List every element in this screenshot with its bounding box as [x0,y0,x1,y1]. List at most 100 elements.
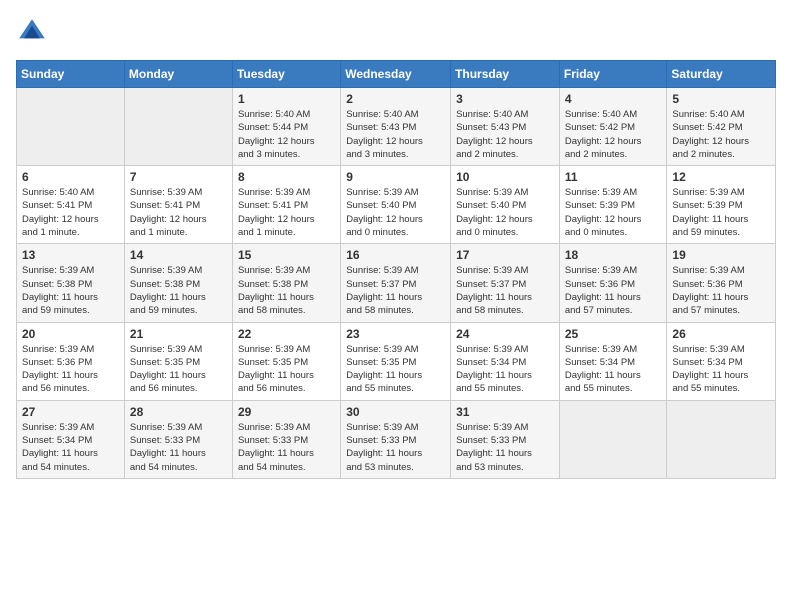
day-info: Sunrise: 5:39 AM Sunset: 5:34 PM Dayligh… [22,421,119,474]
day-info: Sunrise: 5:39 AM Sunset: 5:33 PM Dayligh… [130,421,227,474]
column-header-thursday: Thursday [451,61,560,88]
day-info: Sunrise: 5:39 AM Sunset: 5:33 PM Dayligh… [346,421,445,474]
day-number: 12 [672,170,770,184]
day-number: 13 [22,248,119,262]
calendar-cell: 10 Sunrise: 5:39 AM Sunset: 5:40 PM Dayli… [451,166,560,244]
day-info: Sunrise: 5:39 AM Sunset: 5:39 PM Dayligh… [565,186,662,239]
calendar-cell: 22 Sunrise: 5:39 AM Sunset: 5:35 PM Dayli… [232,322,340,400]
calendar-cell: 18 Sunrise: 5:39 AM Sunset: 5:36 PM Dayli… [559,244,667,322]
calendar-cell: 19 Sunrise: 5:39 AM Sunset: 5:36 PM Dayli… [667,244,776,322]
calendar-cell: 12 Sunrise: 5:39 AM Sunset: 5:39 PM Dayli… [667,166,776,244]
calendar-week-4: 20 Sunrise: 5:39 AM Sunset: 5:36 PM Dayli… [17,322,776,400]
calendar-cell: 7 Sunrise: 5:39 AM Sunset: 5:41 PM Daylig… [124,166,232,244]
calendar-table: SundayMondayTuesdayWednesdayThursdayFrid… [16,60,776,479]
day-number: 19 [672,248,770,262]
day-number: 17 [456,248,554,262]
column-header-tuesday: Tuesday [232,61,340,88]
day-number: 14 [130,248,227,262]
day-info: Sunrise: 5:39 AM Sunset: 5:35 PM Dayligh… [238,343,335,396]
column-header-sunday: Sunday [17,61,125,88]
day-number: 8 [238,170,335,184]
day-number: 6 [22,170,119,184]
calendar-cell: 13 Sunrise: 5:39 AM Sunset: 5:38 PM Dayli… [17,244,125,322]
calendar-cell: 11 Sunrise: 5:39 AM Sunset: 5:39 PM Dayli… [559,166,667,244]
day-number: 15 [238,248,335,262]
calendar-cell: 9Sunrise: 5:39 AM Sunset: 5:40 PM Daylig… [341,166,451,244]
calendar-cell: 21 Sunrise: 5:39 AM Sunset: 5:35 PM Dayli… [124,322,232,400]
day-info: Sunrise: 5:39 AM Sunset: 5:39 PM Dayligh… [672,186,770,239]
day-number: 23 [346,327,445,341]
day-number: 18 [565,248,662,262]
column-header-friday: Friday [559,61,667,88]
day-number: 1 [238,92,335,106]
calendar-cell [124,88,232,166]
day-number: 21 [130,327,227,341]
day-number: 31 [456,405,554,419]
calendar-cell: 15 Sunrise: 5:39 AM Sunset: 5:38 PM Dayli… [232,244,340,322]
day-number: 28 [130,405,227,419]
day-number: 5 [672,92,770,106]
column-header-saturday: Saturday [667,61,776,88]
calendar-week-3: 13 Sunrise: 5:39 AM Sunset: 5:38 PM Dayli… [17,244,776,322]
calendar-cell: 29Sunrise: 5:39 AM Sunset: 5:33 PM Dayli… [232,400,340,478]
calendar-cell: 2 Sunrise: 5:40 AM Sunset: 5:43 PM Daylig… [341,88,451,166]
calendar-week-5: 27Sunrise: 5:39 AM Sunset: 5:34 PM Dayli… [17,400,776,478]
day-info: Sunrise: 5:39 AM Sunset: 5:38 PM Dayligh… [22,264,119,317]
day-info: Sunrise: 5:40 AM Sunset: 5:41 PM Dayligh… [22,186,119,239]
day-number: 20 [22,327,119,341]
calendar-cell: 26 Sunrise: 5:39 AM Sunset: 5:34 PM Dayli… [667,322,776,400]
calendar-cell [17,88,125,166]
calendar-cell [559,400,667,478]
calendar-week-1: 1 Sunrise: 5:40 AM Sunset: 5:44 PM Daylig… [17,88,776,166]
day-info: Sunrise: 5:40 AM Sunset: 5:43 PM Dayligh… [456,108,554,161]
day-info: Sunrise: 5:39 AM Sunset: 5:41 PM Dayligh… [238,186,335,239]
day-number: 30 [346,405,445,419]
day-number: 10 [456,170,554,184]
calendar-cell: 14 Sunrise: 5:39 AM Sunset: 5:38 PM Dayli… [124,244,232,322]
column-header-monday: Monday [124,61,232,88]
day-info: Sunrise: 5:40 AM Sunset: 5:43 PM Dayligh… [346,108,445,161]
day-info: Sunrise: 5:40 AM Sunset: 5:42 PM Dayligh… [672,108,770,161]
page-header [16,16,776,48]
calendar-cell: 8 Sunrise: 5:39 AM Sunset: 5:41 PM Daylig… [232,166,340,244]
day-info: Sunrise: 5:39 AM Sunset: 5:35 PM Dayligh… [130,343,227,396]
day-number: 24 [456,327,554,341]
calendar-cell: 3 Sunrise: 5:40 AM Sunset: 5:43 PM Daylig… [451,88,560,166]
calendar-cell: 6 Sunrise: 5:40 AM Sunset: 5:41 PM Daylig… [17,166,125,244]
day-info: Sunrise: 5:39 AM Sunset: 5:36 PM Dayligh… [672,264,770,317]
calendar-header-row: SundayMondayTuesdayWednesdayThursdayFrid… [17,61,776,88]
column-header-wednesday: Wednesday [341,61,451,88]
day-info: Sunrise: 5:39 AM Sunset: 5:34 PM Dayligh… [565,343,662,396]
calendar-cell: 17Sunrise: 5:39 AM Sunset: 5:37 PM Dayli… [451,244,560,322]
day-number: 26 [672,327,770,341]
calendar-cell: 30 Sunrise: 5:39 AM Sunset: 5:33 PM Dayli… [341,400,451,478]
calendar-cell: 1 Sunrise: 5:40 AM Sunset: 5:44 PM Daylig… [232,88,340,166]
day-info: Sunrise: 5:39 AM Sunset: 5:34 PM Dayligh… [672,343,770,396]
day-number: 2 [346,92,445,106]
calendar-week-2: 6 Sunrise: 5:40 AM Sunset: 5:41 PM Daylig… [17,166,776,244]
day-number: 29 [238,405,335,419]
day-info: Sunrise: 5:39 AM Sunset: 5:40 PM Dayligh… [456,186,554,239]
day-info: Sunrise: 5:40 AM Sunset: 5:42 PM Dayligh… [565,108,662,161]
day-info: Sunrise: 5:40 AM Sunset: 5:44 PM Dayligh… [238,108,335,161]
calendar-cell: 27Sunrise: 5:39 AM Sunset: 5:34 PM Dayli… [17,400,125,478]
day-info: Sunrise: 5:39 AM Sunset: 5:36 PM Dayligh… [22,343,119,396]
day-info: Sunrise: 5:39 AM Sunset: 5:38 PM Dayligh… [238,264,335,317]
day-info: Sunrise: 5:39 AM Sunset: 5:36 PM Dayligh… [565,264,662,317]
calendar-cell: 4 Sunrise: 5:40 AM Sunset: 5:42 PM Daylig… [559,88,667,166]
day-number: 22 [238,327,335,341]
calendar-cell: 23 Sunrise: 5:39 AM Sunset: 5:35 PM Dayli… [341,322,451,400]
calendar-cell: 25Sunrise: 5:39 AM Sunset: 5:34 PM Dayli… [559,322,667,400]
day-number: 3 [456,92,554,106]
day-info: Sunrise: 5:39 AM Sunset: 5:38 PM Dayligh… [130,264,227,317]
day-number: 11 [565,170,662,184]
calendar-cell: 5 Sunrise: 5:40 AM Sunset: 5:42 PM Daylig… [667,88,776,166]
calendar-cell: 16Sunrise: 5:39 AM Sunset: 5:37 PM Dayli… [341,244,451,322]
calendar-cell: 24Sunrise: 5:39 AM Sunset: 5:34 PM Dayli… [451,322,560,400]
day-info: Sunrise: 5:39 AM Sunset: 5:41 PM Dayligh… [130,186,227,239]
day-number: 7 [130,170,227,184]
calendar-cell: 20 Sunrise: 5:39 AM Sunset: 5:36 PM Dayli… [17,322,125,400]
day-info: Sunrise: 5:39 AM Sunset: 5:35 PM Dayligh… [346,343,445,396]
day-number: 4 [565,92,662,106]
logo-icon [16,16,48,48]
